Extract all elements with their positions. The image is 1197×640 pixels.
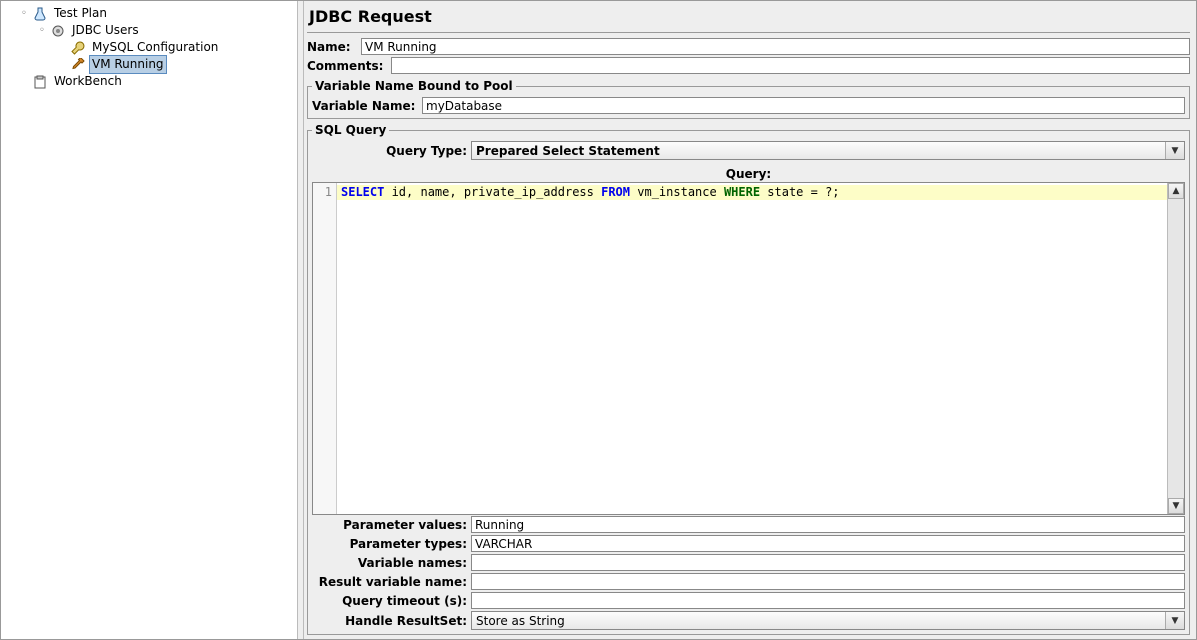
variable-name-label: Variable Name: bbox=[312, 99, 422, 113]
result-var-label: Result variable name: bbox=[312, 575, 471, 589]
param-types-label: Parameter types: bbox=[312, 537, 471, 551]
wrench-icon bbox=[69, 40, 87, 56]
variable-name-input[interactable] bbox=[422, 97, 1185, 114]
beaker-icon bbox=[31, 6, 49, 22]
details-pane: JDBC Request Name: Comments: Variable Na… bbox=[299, 1, 1196, 639]
param-values-label: Parameter values: bbox=[312, 518, 471, 532]
gutter-line: 1 bbox=[313, 185, 332, 199]
param-types-row: Parameter types: bbox=[312, 535, 1185, 552]
scroll-down-icon[interactable]: ▼ bbox=[1168, 498, 1184, 514]
timeout-input[interactable] bbox=[471, 592, 1185, 609]
var-names-label: Variable names: bbox=[312, 556, 471, 570]
query-type-value: Prepared Select Statement bbox=[472, 144, 1165, 158]
result-var-row: Result variable name: bbox=[312, 573, 1185, 590]
query-section: Query: 1 SELECT id, name, private_ip_add… bbox=[312, 165, 1185, 515]
param-values-row: Parameter values: bbox=[312, 516, 1185, 533]
query-type-label: Query Type: bbox=[312, 144, 471, 158]
handle-rs-value: Store as String bbox=[472, 614, 1165, 628]
tree-toggle-icon[interactable]: ◦ bbox=[19, 5, 29, 22]
variable-name-group: Variable Name Bound to Pool Variable Nam… bbox=[307, 79, 1190, 119]
clipboard-icon bbox=[31, 74, 49, 90]
gutter: 1 bbox=[313, 183, 337, 514]
var-names-input[interactable] bbox=[471, 554, 1185, 571]
app-root: ◦ Test Plan ◦ JDBC Users MySQL Configura… bbox=[0, 0, 1197, 640]
code-area[interactable]: SELECT id, name, private_ip_address FROM… bbox=[337, 183, 1167, 514]
timeout-row: Query timeout (s): bbox=[312, 592, 1185, 609]
name-row: Name: bbox=[307, 38, 1190, 55]
tree-node-jdbc-users[interactable]: ◦ JDBC Users bbox=[3, 22, 296, 39]
var-names-row: Variable names: bbox=[312, 554, 1185, 571]
query-type-combo[interactable]: Prepared Select Statement ▼ bbox=[471, 141, 1185, 160]
result-var-input[interactable] bbox=[471, 573, 1185, 590]
tree-node-vm-running[interactable]: VM Running bbox=[3, 56, 296, 73]
vertical-scrollbar[interactable]: ▲ ▼ bbox=[1167, 183, 1184, 514]
handle-rs-combo[interactable]: Store as String ▼ bbox=[471, 611, 1185, 630]
chevron-down-icon[interactable]: ▼ bbox=[1165, 612, 1184, 629]
sql-query-group: SQL Query Query Type: Prepared Select St… bbox=[307, 123, 1190, 635]
handle-rs-row: Handle ResultSet: Store as String ▼ bbox=[312, 611, 1185, 630]
tree-node-workbench[interactable]: WorkBench bbox=[3, 73, 296, 90]
scroll-up-icon[interactable]: ▲ bbox=[1168, 183, 1184, 199]
comments-label: Comments: bbox=[307, 59, 391, 73]
tree-toggle-icon[interactable]: ◦ bbox=[37, 22, 47, 39]
comments-input[interactable] bbox=[391, 57, 1190, 74]
tree-pane[interactable]: ◦ Test Plan ◦ JDBC Users MySQL Configura… bbox=[1, 1, 299, 639]
panel-title: JDBC Request bbox=[307, 3, 1190, 33]
chevron-down-icon[interactable]: ▼ bbox=[1165, 142, 1184, 159]
gear-icon bbox=[49, 23, 67, 39]
dropper-icon bbox=[69, 57, 87, 73]
timeout-label: Query timeout (s): bbox=[312, 594, 471, 608]
code-line: SELECT id, name, private_ip_address FROM… bbox=[341, 185, 1163, 199]
sql-query-legend: SQL Query bbox=[312, 123, 389, 137]
query-editor[interactable]: 1 SELECT id, name, private_ip_address FR… bbox=[312, 182, 1185, 515]
variable-name-legend: Variable Name Bound to Pool bbox=[312, 79, 516, 93]
tree-label: WorkBench bbox=[51, 72, 125, 91]
param-types-input[interactable] bbox=[471, 535, 1185, 552]
query-type-row: Query Type: Prepared Select Statement ▼ bbox=[312, 141, 1185, 160]
query-header: Query: bbox=[312, 165, 1185, 182]
comments-row: Comments: bbox=[307, 57, 1190, 74]
tree-node-mysql-config[interactable]: MySQL Configuration bbox=[3, 39, 296, 56]
tree-node-test-plan[interactable]: ◦ Test Plan bbox=[3, 5, 296, 22]
handle-rs-label: Handle ResultSet: bbox=[312, 614, 471, 628]
name-input[interactable] bbox=[361, 38, 1190, 55]
name-label: Name: bbox=[307, 40, 361, 54]
param-values-input[interactable] bbox=[471, 516, 1185, 533]
